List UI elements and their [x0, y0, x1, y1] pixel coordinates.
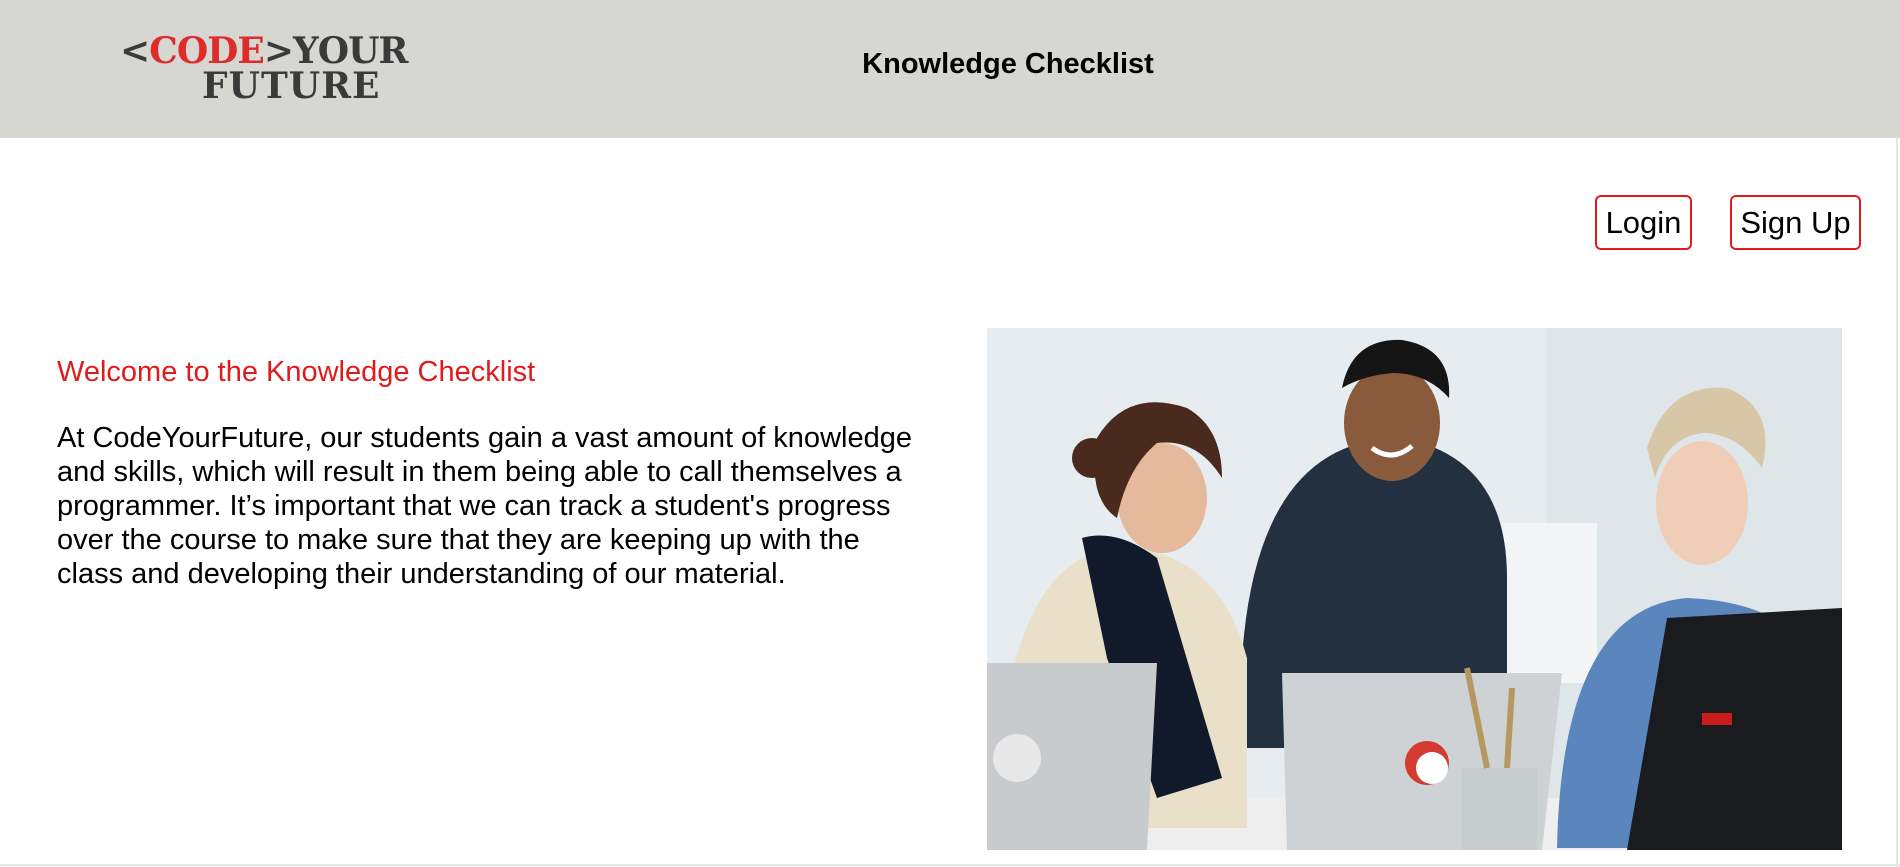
welcome-heading: Welcome to the Knowledge Checklist	[57, 356, 536, 388]
signup-button[interactable]: Sign Up	[1730, 195, 1861, 250]
page-bottom-border	[0, 864, 1900, 866]
students-photo-illustration	[987, 328, 1842, 850]
login-button[interactable]: Login	[1595, 195, 1692, 250]
site-header: <CODE>YOUR FUTURE Knowledge Checklist	[0, 0, 1900, 138]
page-right-border	[1896, 138, 1898, 867]
page-title: Knowledge Checklist	[862, 48, 1154, 80]
intro-paragraph: At CodeYourFuture, our students gain a v…	[57, 422, 912, 590]
students-photo	[987, 328, 1842, 850]
